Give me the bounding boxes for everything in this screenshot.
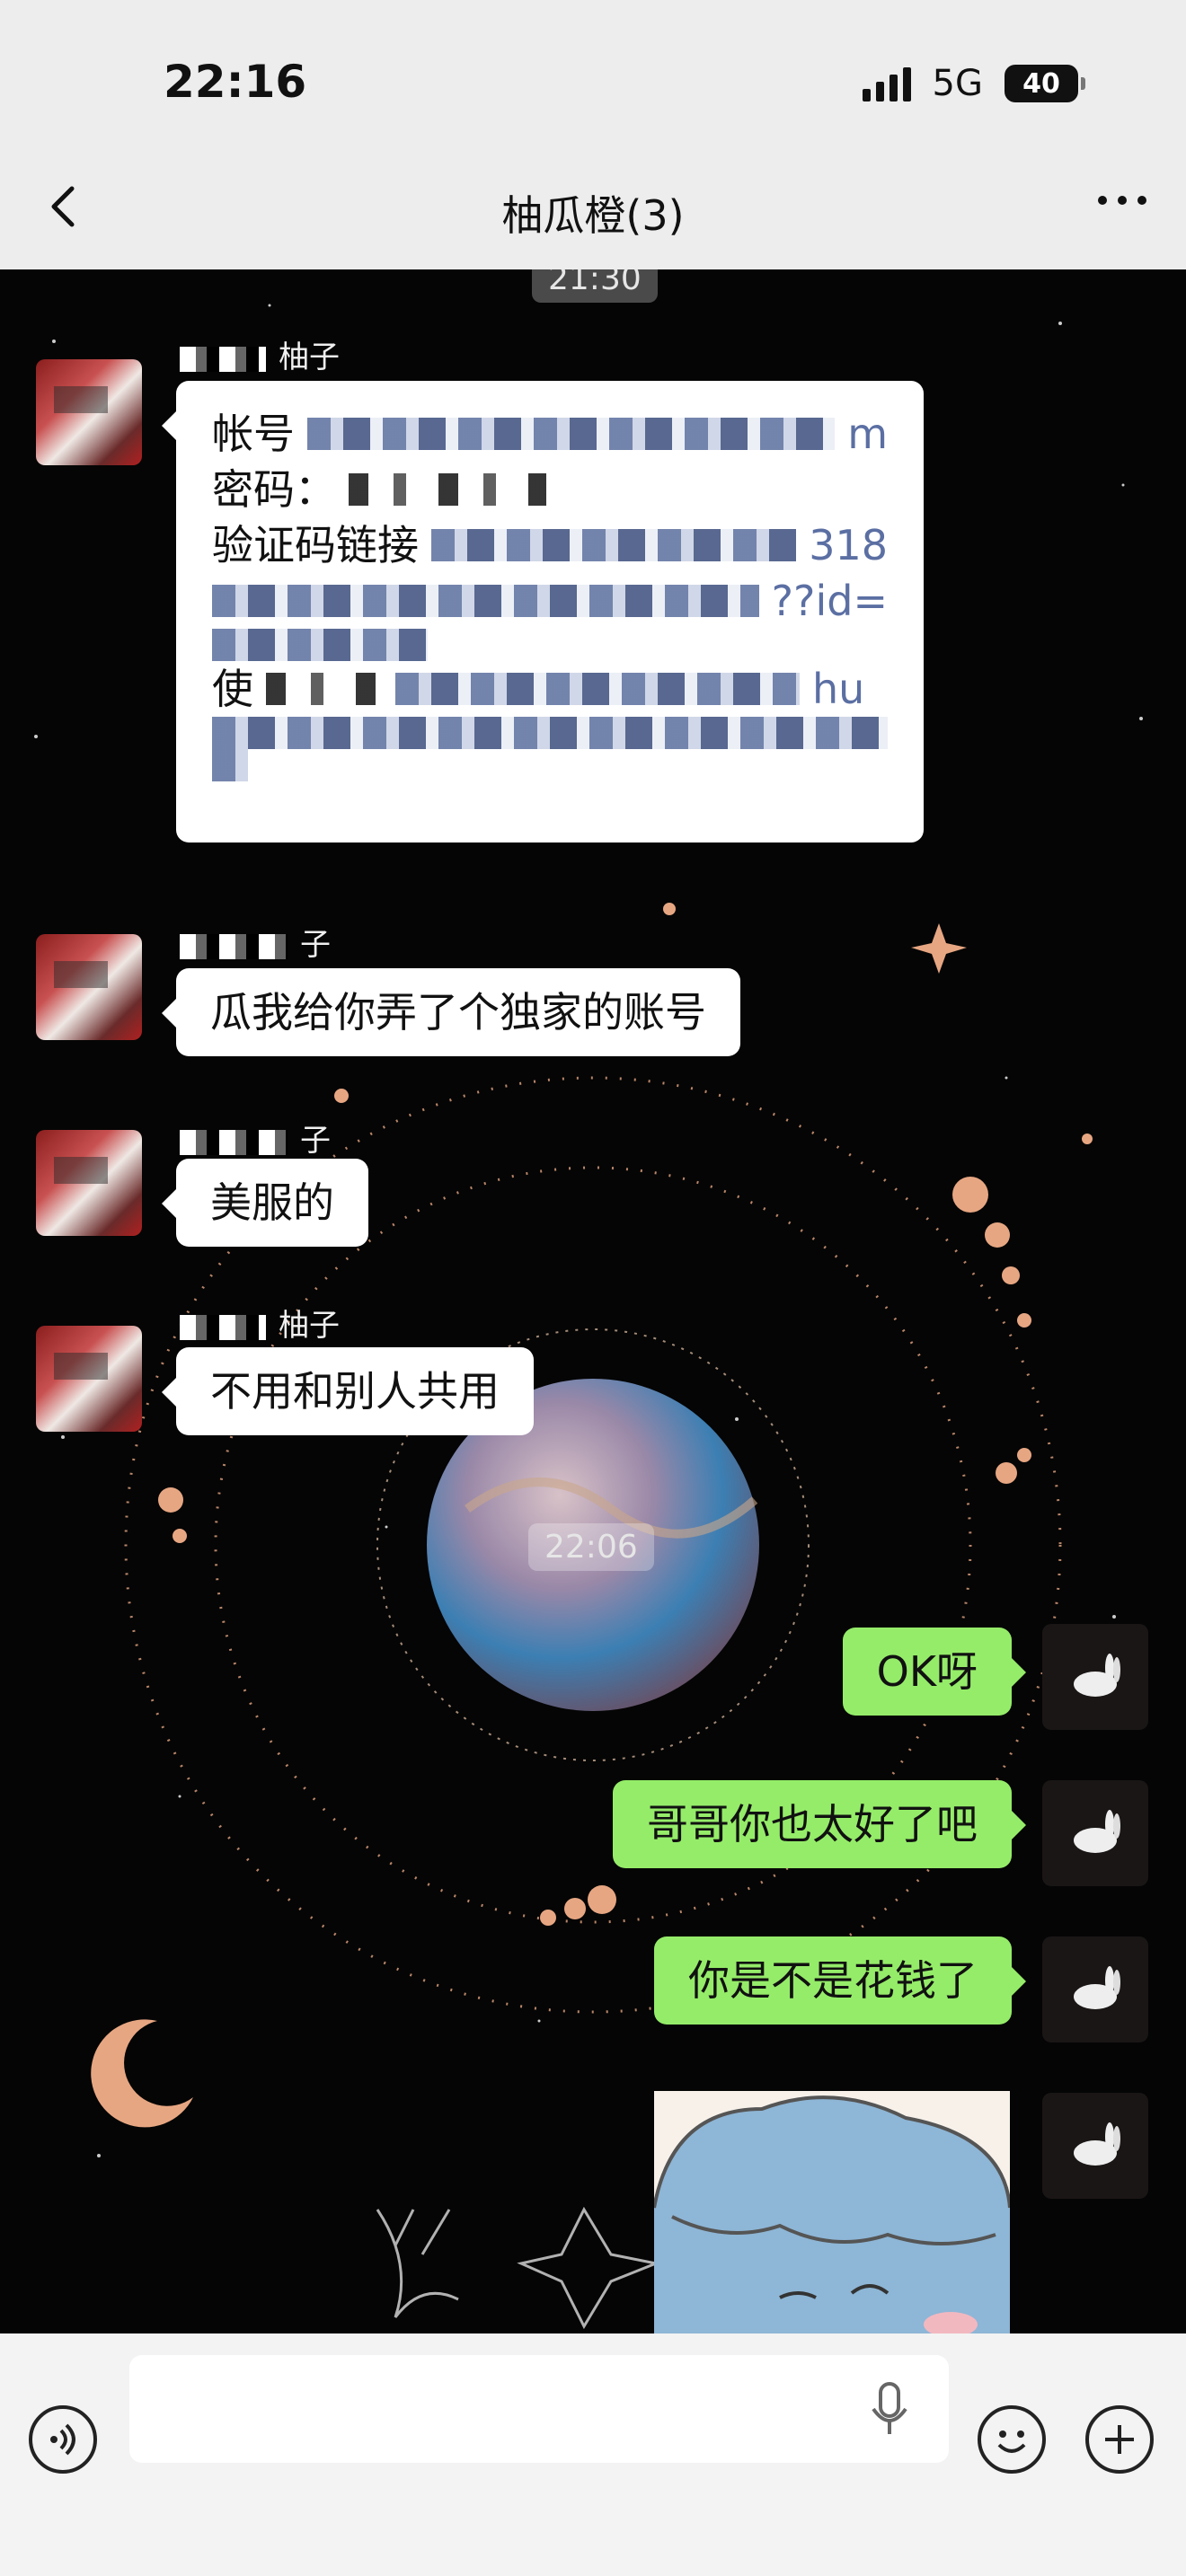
avatar[interactable] (36, 359, 142, 465)
sticker-image[interactable] (654, 2091, 1010, 2333)
more-icon[interactable] (1098, 196, 1146, 205)
top-bar: 22:16 5G 40 柚瓜橙(3) (0, 0, 1186, 269)
avatar-self[interactable] (1042, 2093, 1148, 2199)
message-bubble-self[interactable]: 你是不是花钱了 (654, 1936, 1026, 2025)
avatar-self[interactable] (1042, 1936, 1148, 2042)
timestamp: 22:06 (528, 1523, 654, 1571)
message-bubble-self[interactable]: OK呀 (842, 1628, 1027, 1716)
status-icons: 5G 40 (862, 63, 1085, 104)
battery-icon: 40 (1005, 65, 1085, 102)
network-type: 5G (932, 63, 983, 104)
message-input[interactable] (129, 2355, 949, 2463)
sender-name: 柚子 (180, 1301, 340, 1345)
sender-name: 子 (180, 1116, 331, 1160)
status-time: 22:16 (164, 56, 307, 108)
avatar-self[interactable] (1042, 1624, 1148, 1730)
emoji-icon[interactable] (978, 2405, 1046, 2474)
signal-icon (862, 66, 911, 101)
timestamp: 21:30 (532, 269, 658, 303)
account-info-bubble[interactable]: 帐号 m 密码： 验证码链接 318 ??id= 使 hu (162, 381, 924, 842)
message-bubble[interactable]: 瓜我给你弄了个独家的账号 (162, 968, 740, 1056)
voice-icon[interactable] (29, 2405, 97, 2474)
avatar[interactable] (36, 1326, 142, 1432)
rabbit-icon (1074, 1654, 1120, 1697)
sender-name: 子 (180, 920, 331, 964)
battery-level: 40 (1022, 67, 1060, 100)
mic-icon[interactable] (863, 2378, 916, 2441)
message-bubble[interactable]: 美服的 (162, 1159, 368, 1247)
plus-icon[interactable] (1085, 2405, 1154, 2474)
sender-name: 柚子 (180, 332, 340, 376)
avatar-self[interactable] (1042, 1780, 1148, 1886)
chat-title: 柚瓜橙(3) (501, 191, 685, 240)
avatar[interactable] (36, 934, 142, 1040)
avatar[interactable] (36, 1130, 142, 1236)
message-bubble[interactable]: 不用和别人共用 (162, 1347, 534, 1435)
message-bubble-self[interactable]: 哥哥你也太好了吧 (613, 1780, 1026, 1868)
chat-area[interactable]: 21:30 柚子 帐号 m 密码： 验证码链接 318 ??id= 使 hu 子 瓜我… (0, 269, 1186, 2333)
